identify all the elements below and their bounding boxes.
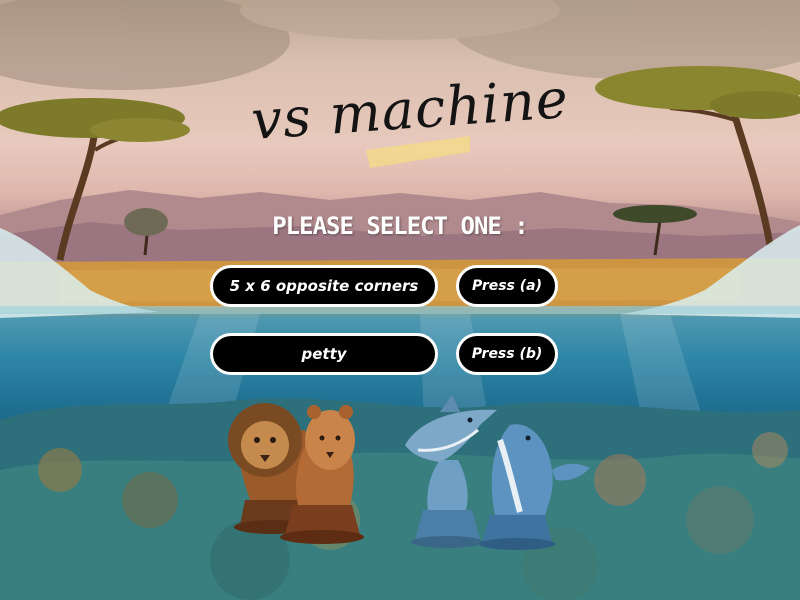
whale-icon [479,424,590,550]
chess-pieces [228,395,590,550]
shark-icon [405,395,497,548]
game-screen: vs machine PLEASE SELECT ONE : 5 x 6 opp… [0,0,800,600]
